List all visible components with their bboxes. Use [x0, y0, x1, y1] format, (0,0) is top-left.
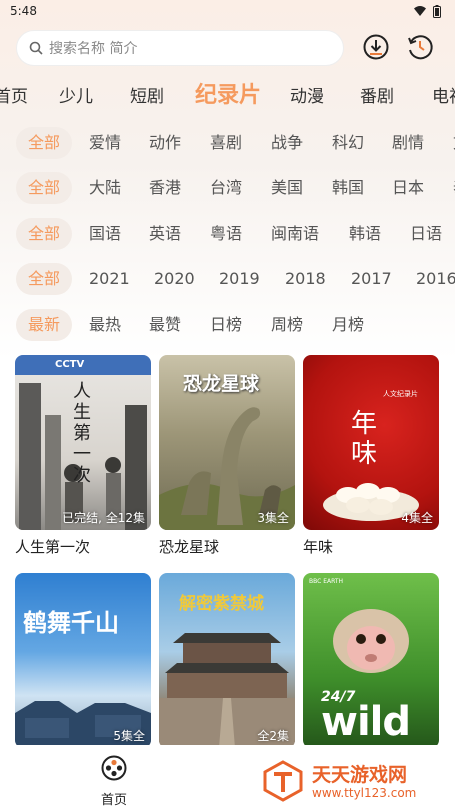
poster-title-text: wild [321, 699, 411, 745]
tab-home[interactable]: 首页 [0, 82, 28, 107]
search-input[interactable]: 搜索名称 简介 [16, 30, 344, 66]
download-button[interactable] [361, 32, 391, 62]
filter-year-item[interactable]: 2018 [273, 263, 338, 295]
tab-anime[interactable]: 动漫 [290, 82, 324, 107]
filter-genre-item[interactable]: 动作 [137, 127, 193, 159]
history-button[interactable] [405, 32, 435, 62]
video-card[interactable]: CCTV 人生第一次 已完结, 全12集 人生第一次 [15, 355, 151, 557]
filter-language-all[interactable]: 全部 [16, 218, 73, 250]
wifi-icon [414, 6, 426, 16]
filter-year-item[interactable]: 2016 [404, 263, 455, 295]
filter-sort-newest[interactable]: 最新 [16, 309, 73, 341]
filter-region-item[interactable]: 香港 [137, 172, 193, 204]
search-icon [29, 41, 43, 55]
episode-badge: 已完结, 全12集 [62, 511, 145, 525]
poster-logo: CCTV [55, 359, 85, 370]
episode-badge: 5集全 [113, 729, 145, 743]
poster-title-text: 人生第一次 [73, 381, 91, 486]
filter-region-item[interactable]: 韩国 [320, 172, 376, 204]
filter-language-item[interactable]: 粤语 [198, 218, 254, 250]
tab-documentary[interactable]: 纪录片 [195, 77, 261, 109]
filter-year-item[interactable]: 2017 [339, 263, 404, 295]
filter-sort-item[interactable]: 最热 [77, 309, 133, 341]
watermark-site-name: 天天游戏网 [312, 764, 408, 786]
filter-region-item[interactable]: 美国 [259, 172, 315, 204]
history-icon [408, 35, 433, 60]
filter-genre-item[interactable]: 喜剧 [198, 127, 254, 159]
episode-badge: 3集全 [257, 511, 289, 525]
battery-icon [433, 4, 441, 18]
watermark-url: www.ttyl123.com [312, 786, 417, 800]
filter-genre-item[interactable]: 剧情 [380, 127, 436, 159]
video-title: 年味 [303, 538, 334, 556]
filter-sort-item[interactable]: 最赞 [137, 309, 193, 341]
video-title: 恐龙星球 [159, 538, 220, 556]
tab-tv[interactable]: 电视 [432, 82, 455, 107]
poster-logo: BBC EARTH [309, 578, 344, 585]
filter-region-item[interactable]: 大陆 [77, 172, 133, 204]
filter-region-item[interactable]: 泰 [441, 172, 455, 204]
video-poster[interactable]: CCTV 人生第一次 已完结, 全12集 [15, 355, 151, 530]
filter-sort-item[interactable]: 日榜 [198, 309, 254, 341]
tab-short-drama[interactable]: 短剧 [130, 82, 164, 107]
video-card[interactable]: BBC EARTH 24/7 wild [303, 573, 439, 754]
filter-sort-item[interactable]: 月榜 [320, 309, 376, 341]
video-title: 人生第一次 [15, 538, 91, 556]
film-reel-icon [101, 755, 127, 781]
tab-bar-home-label: 首页 [100, 793, 127, 808]
status-time: 5:48 [10, 4, 37, 18]
status-bar: 5:48 [0, 0, 455, 22]
filter-year-item[interactable]: 2021 [77, 263, 142, 295]
filter-genre-item[interactable]: 爱情 [77, 127, 133, 159]
poster-art [15, 701, 151, 748]
download-icon [363, 34, 389, 60]
filter-genre-all[interactable]: 全部 [16, 127, 73, 159]
video-poster[interactable]: 鹤舞千山 5集全 [15, 573, 151, 748]
status-icons [413, 4, 441, 18]
filter-region-all[interactable]: 全部 [16, 172, 73, 204]
filter-language-item[interactable]: 国语 [77, 218, 133, 250]
poster-title-text: 年味 [351, 409, 378, 469]
filter-sort-item[interactable]: 周榜 [259, 309, 315, 341]
video-poster[interactable]: 解密紫禁城 全2集 [159, 573, 295, 748]
filter-year-item[interactable]: 2019 [207, 263, 272, 295]
filter-language-item[interactable]: 英语 [137, 218, 193, 250]
search-placeholder: 搜索名称 简介 [49, 41, 138, 57]
filter-region-item[interactable]: 日本 [380, 172, 436, 204]
filter-region-item[interactable]: 台湾 [198, 172, 254, 204]
poster-title-text: 鹤舞千山 [23, 608, 119, 637]
video-poster[interactable]: 恐龙星球 3集全 [159, 355, 295, 530]
filter-genre-item[interactable]: 战争 [259, 127, 315, 159]
video-card[interactable]: 解密紫禁城 全2集 [159, 573, 295, 754]
filter-genre-item[interactable]: 文 [441, 127, 455, 159]
video-poster[interactable]: BBC EARTH 24/7 wild [303, 573, 439, 748]
filter-language-item[interactable]: 韩语 [337, 218, 393, 250]
site-watermark: 天天游戏网 www.ttyl123.com [250, 752, 455, 810]
tab-bangumi[interactable]: 番剧 [360, 82, 394, 107]
tab-kids[interactable]: 少儿 [59, 82, 93, 107]
episode-badge: 全2集 [257, 729, 289, 743]
filter-year-all[interactable]: 全部 [16, 263, 73, 295]
poster-title-text: 恐龙星球 [183, 373, 260, 395]
episode-badge: 4集全 [401, 511, 433, 525]
video-card[interactable]: 人文纪录片 年味 4集全 年味 [303, 355, 439, 557]
watermark-logo [263, 760, 303, 802]
poster-small-text: 人文纪录片 [383, 390, 418, 398]
video-poster[interactable]: 人文纪录片 年味 4集全 [303, 355, 439, 530]
filter-language-item[interactable]: 日语 [398, 218, 454, 250]
poster-title-text: 解密紫禁城 [179, 594, 264, 614]
video-card[interactable]: 鹤舞千山 5集全 [15, 573, 151, 754]
filter-language-item[interactable]: 闽南语 [259, 218, 331, 250]
tab-bar-home[interactable]: 首页 [90, 755, 138, 808]
filter-genre-item[interactable]: 科幻 [320, 127, 376, 159]
video-card[interactable]: 恐龙星球 3集全 恐龙星球 [159, 355, 295, 557]
filter-year-item[interactable]: 2020 [142, 263, 207, 295]
